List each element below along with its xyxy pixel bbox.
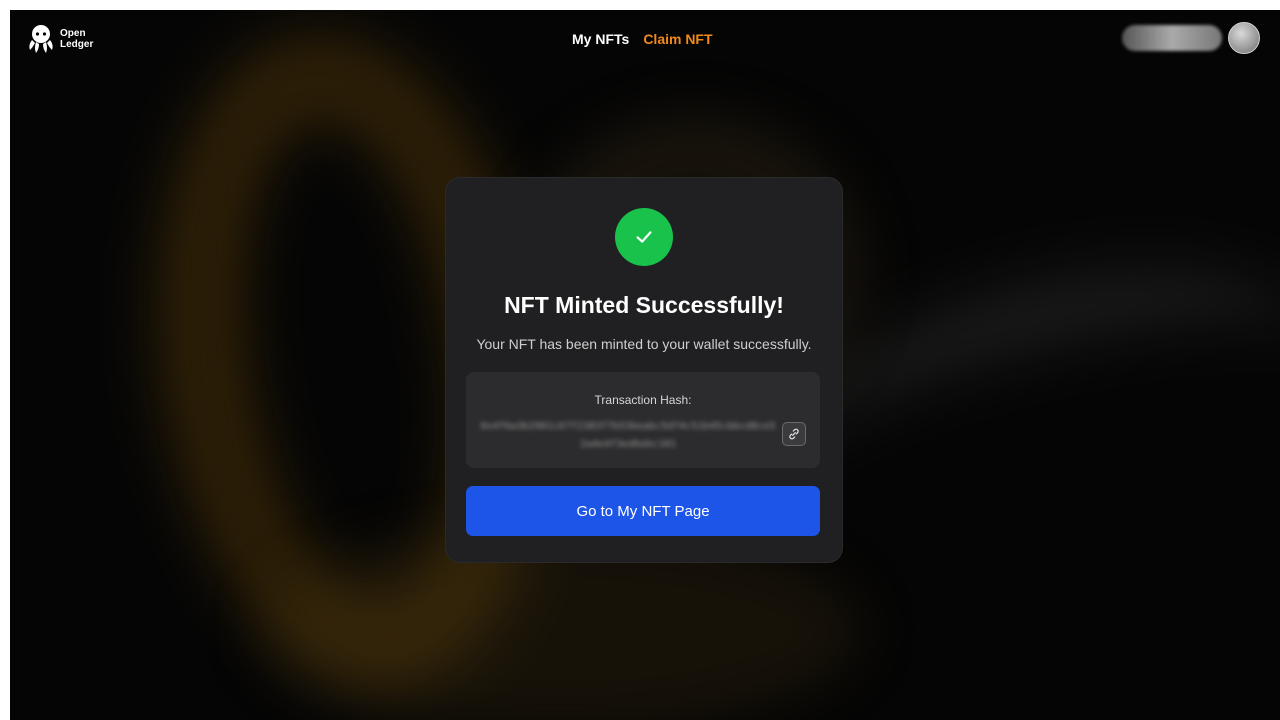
check-icon	[636, 231, 652, 243]
avatar[interactable]	[1228, 22, 1260, 54]
main-nav: My NFTs Claim NFT	[572, 31, 713, 47]
success-check-badge	[615, 208, 673, 266]
octopus-logo-icon	[26, 23, 56, 55]
top-header: Open Ledger My NFTs Claim NFT	[10, 10, 1280, 72]
copy-hash-button[interactable]	[782, 422, 806, 446]
go-to-my-nft-page-button[interactable]: Go to My NFT Page	[466, 486, 820, 536]
transaction-hash-box: Transaction Hash: 0x4f6a3b2901c67f2383f7…	[466, 372, 820, 468]
nav-link-my-nfts[interactable]: My NFTs	[572, 31, 629, 47]
wallet-address-pill[interactable]	[1122, 25, 1222, 51]
transaction-hash-value[interactable]: 0x4f6a3b2901c67f2383f7b53beabc5d74c51b45…	[480, 418, 776, 454]
transaction-hash-label: Transaction Hash:	[594, 393, 692, 407]
open-ledger-logo[interactable]: Open Ledger	[26, 23, 93, 55]
modal-subtitle: Your NFT has been minted to your wallet …	[476, 336, 812, 352]
link-icon	[789, 428, 799, 440]
mint-success-modal: NFT Minted Successfully! Your NFT has be…	[446, 178, 842, 562]
logo-text-ledger: Ledger	[60, 39, 94, 50]
app-screen: Open Ledger My NFTs Claim NFT NFT Minted…	[10, 10, 1280, 720]
logo-text-open: Open	[60, 28, 86, 39]
nav-link-claim-nft[interactable]: Claim NFT	[643, 31, 712, 47]
account-area	[1122, 22, 1260, 54]
modal-title: NFT Minted Successfully!	[504, 292, 784, 318]
